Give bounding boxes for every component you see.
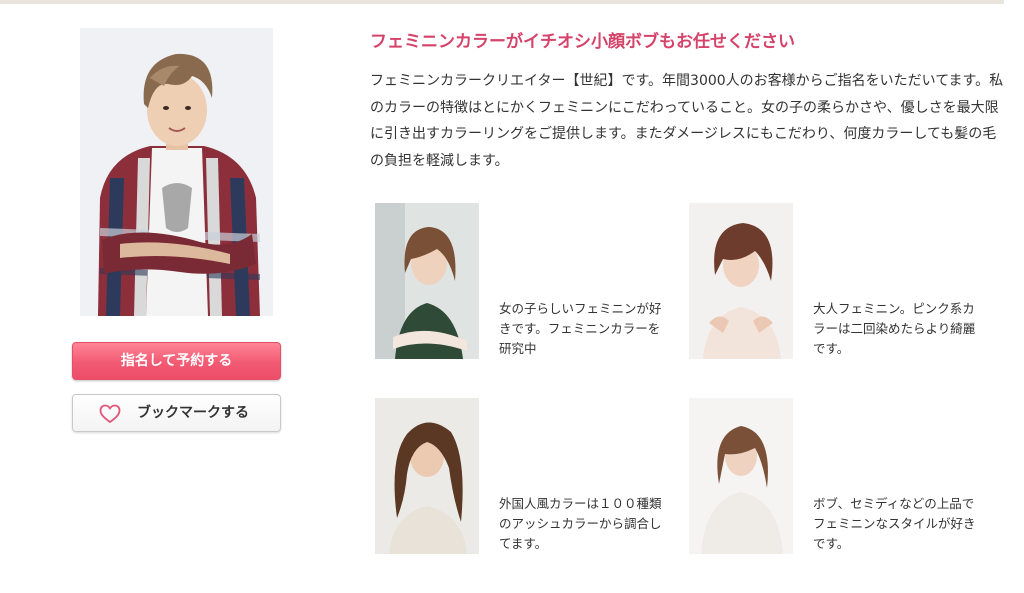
style-caption: 女の子らしいフェミニンが好きです。フェミニンカラーを研究中 [499,301,662,356]
style-caption: ボブ、セミディなどの上品でフェミニンなスタイルが好きです。 [813,496,976,551]
stylist-photo [80,28,273,316]
stylist-intro: フェミニンカラークリエイター【世紀】です。年間3000人のお客様からご指名をいた… [370,73,1004,169]
style-card[interactable]: 外国人風カラーは１００種類のアッシュカラーから調合してます。 [375,398,675,558]
bookmark-button[interactable]: ブックマークする [72,394,281,432]
style-caption: 大人フェミニン。ピンク系カラーは二回染めたらより綺麗です。 [813,301,976,356]
reserve-button[interactable]: 指名して予約する [72,342,281,380]
reserve-button-label: 指名して予約する [120,353,233,369]
style-card[interactable]: ボブ、セミディなどの上品でフェミニンなスタイルが好きです。 [689,398,989,558]
catch-title: フェミニンカラーがイチオシ小顔ボブもお任せください [370,32,795,52]
top-divider [0,0,1004,4]
stylist-profile-page: 指名して予約する ブックマークする フェミニンカラーがイチオシ小顔ボブもお任せく… [0,0,1024,593]
style-photo[interactable] [375,398,479,554]
style-caption: 外国人風カラーは１００種類のアッシュカラーから調合してます。 [499,496,662,551]
heart-icon [99,404,121,424]
style-card[interactable]: 大人フェミニン。ピンク系カラーは二回染めたらより綺麗です。 [689,203,989,363]
style-photo[interactable] [375,203,479,359]
style-photo[interactable] [689,203,793,359]
style-card[interactable]: 女の子らしいフェミニンが好きです。フェミニンカラーを研究中 [375,203,675,363]
bookmark-button-label: ブックマークする [137,405,249,421]
style-photo[interactable] [689,398,793,554]
